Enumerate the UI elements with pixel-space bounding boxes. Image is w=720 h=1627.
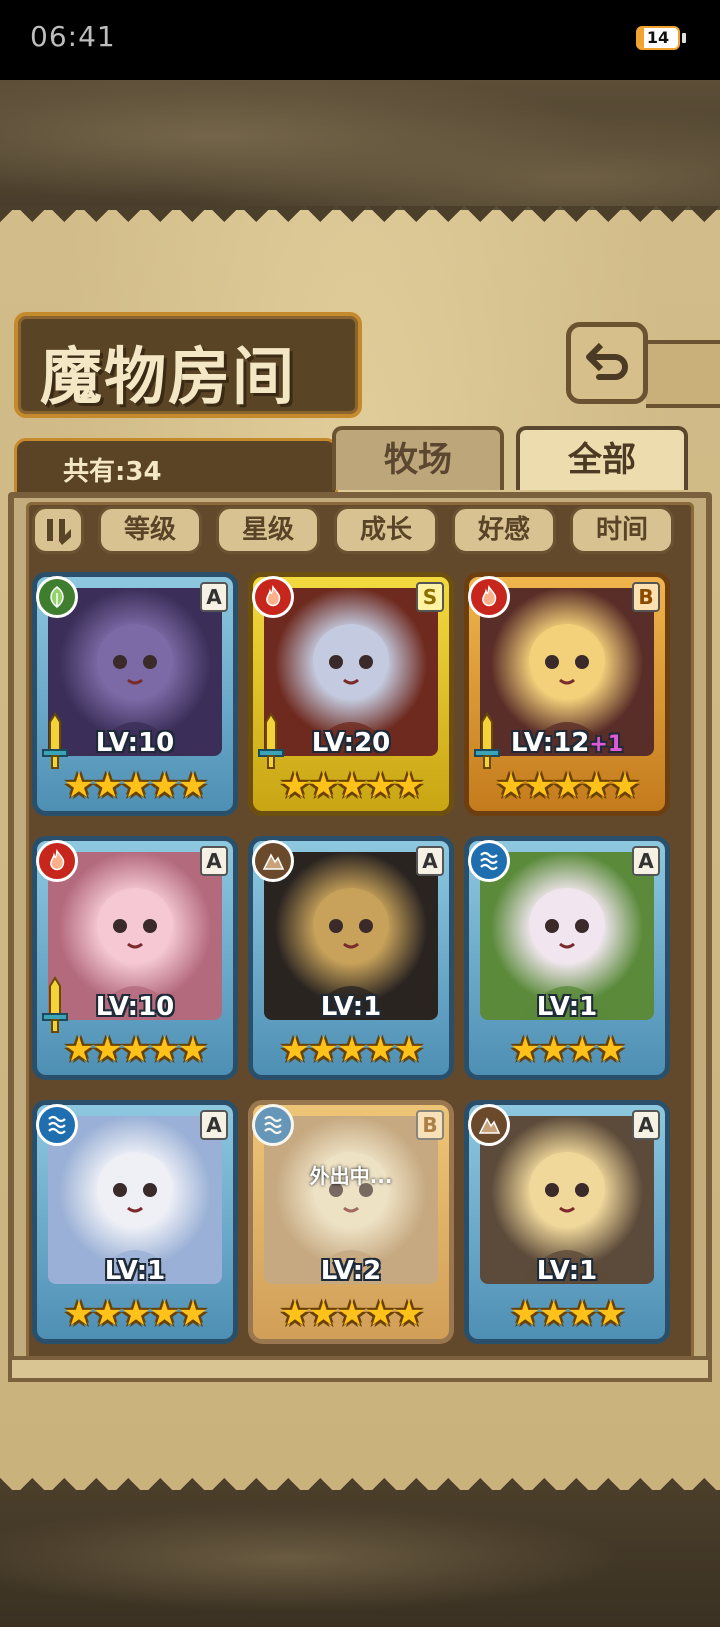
star-rating: ★★★★★ xyxy=(63,1294,208,1334)
level-bonus: +1 xyxy=(589,732,624,757)
star-rating: ★★★★ xyxy=(510,1030,626,1070)
back-arrow-icon xyxy=(586,342,628,380)
tab-all[interactable]: 全部 xyxy=(516,426,688,490)
star-rating: ★★★★★ xyxy=(279,1294,424,1334)
rank-badge: S xyxy=(416,582,444,612)
water-icon xyxy=(468,840,510,882)
fire-icon xyxy=(468,576,510,618)
rank-badge: A xyxy=(416,846,444,876)
monster-card[interactable]: S LV:20 ★★★★★ xyxy=(248,572,454,816)
rank-badge: B xyxy=(632,582,660,612)
tab-ranch[interactable]: 牧场 xyxy=(332,426,504,490)
star-rating: ★★★★★ xyxy=(63,766,208,806)
monster-level: LV:12+1 xyxy=(464,728,670,758)
map-background-bottom xyxy=(0,1490,720,1627)
status-bar: 06:41 14 xyxy=(0,0,720,80)
monster-card[interactable]: A LV:10 ★★★★★ xyxy=(32,836,238,1080)
level-value: LV:1 xyxy=(536,992,598,1022)
monster-level: LV:1 xyxy=(32,1256,238,1286)
monster-level: LV:20 xyxy=(248,728,454,758)
star-rating: ★★★★★ xyxy=(279,1030,424,1070)
level-value: LV:1 xyxy=(104,1256,166,1286)
sort-by-star-button[interactable]: 星级 xyxy=(216,506,320,554)
tabs-bar: 共有:34 牧场 全部 xyxy=(14,426,704,498)
rank-badge: A xyxy=(200,1110,228,1140)
level-value: LV:2 xyxy=(320,1256,382,1286)
sort-by-affection-button[interactable]: 好感 xyxy=(452,506,556,554)
monster-card[interactable]: B LV:12+1 ★★★★★ xyxy=(464,572,670,816)
rank-badge: A xyxy=(632,846,660,876)
star-rating: ★★★★★ xyxy=(63,1030,208,1070)
monster-count: 共有:34 xyxy=(63,457,162,487)
battery-level: 14 xyxy=(646,28,670,47)
monster-card[interactable]: A LV:1 ★★★★★ xyxy=(32,1100,238,1344)
level-value: LV:20 xyxy=(311,728,391,758)
sort-by-level-button[interactable]: 等级 xyxy=(98,506,202,554)
monster-level: LV:10 xyxy=(32,992,238,1022)
star-rating: ★★★★ xyxy=(510,1294,626,1334)
sort-by-growth-button[interactable]: 成长 xyxy=(334,506,438,554)
grass-icon xyxy=(36,576,78,618)
battery-icon: 14 xyxy=(636,26,680,50)
rank-badge: A xyxy=(200,846,228,876)
earth-icon xyxy=(468,1104,510,1146)
monster-card[interactable]: A LV:1 ★★★★ xyxy=(464,1100,670,1344)
sort-order-icon xyxy=(47,519,71,545)
page-title-banner: 魔物房间 xyxy=(14,312,362,418)
monster-level: LV:1 xyxy=(464,1256,670,1286)
level-value: LV:12 xyxy=(510,728,590,758)
rank-badge: A xyxy=(632,1110,660,1140)
monster-card[interactable]: B 外出中... LV:2 ★★★★★ xyxy=(248,1100,454,1344)
page-title: 魔物房间 xyxy=(40,340,297,413)
sort-order-button[interactable] xyxy=(32,506,84,554)
earth-icon xyxy=(252,840,294,882)
status-time: 06:41 xyxy=(30,20,116,53)
monster-count-panel: 共有:34 xyxy=(14,438,338,498)
monster-level: LV:2 xyxy=(248,1256,454,1286)
away-status: 外出中... xyxy=(309,1164,393,1188)
fire-icon xyxy=(252,576,294,618)
level-value: LV:1 xyxy=(536,1256,598,1286)
monster-card[interactable]: A LV:1 ★★★★★ xyxy=(248,836,454,1080)
sort-by-time-button[interactable]: 时间 xyxy=(570,506,674,554)
monster-level: LV:1 xyxy=(248,992,454,1022)
star-rating: ★★★★★ xyxy=(279,766,424,806)
back-button[interactable] xyxy=(566,322,648,404)
monster-level: LV:10 xyxy=(32,728,238,758)
map-background-top xyxy=(0,80,720,220)
monster-card[interactable]: A LV:10 ★★★★★ xyxy=(32,572,238,816)
level-value: LV:10 xyxy=(95,992,175,1022)
water-icon xyxy=(36,1104,78,1146)
monster-level: LV:1 xyxy=(464,992,670,1022)
monster-card[interactable]: A LV:1 ★★★★ xyxy=(464,836,670,1080)
rank-badge: A xyxy=(200,582,228,612)
star-rating: ★★★★★ xyxy=(495,766,640,806)
fire-icon xyxy=(36,840,78,882)
level-value: LV:10 xyxy=(95,728,175,758)
level-value: LV:1 xyxy=(320,992,382,1022)
